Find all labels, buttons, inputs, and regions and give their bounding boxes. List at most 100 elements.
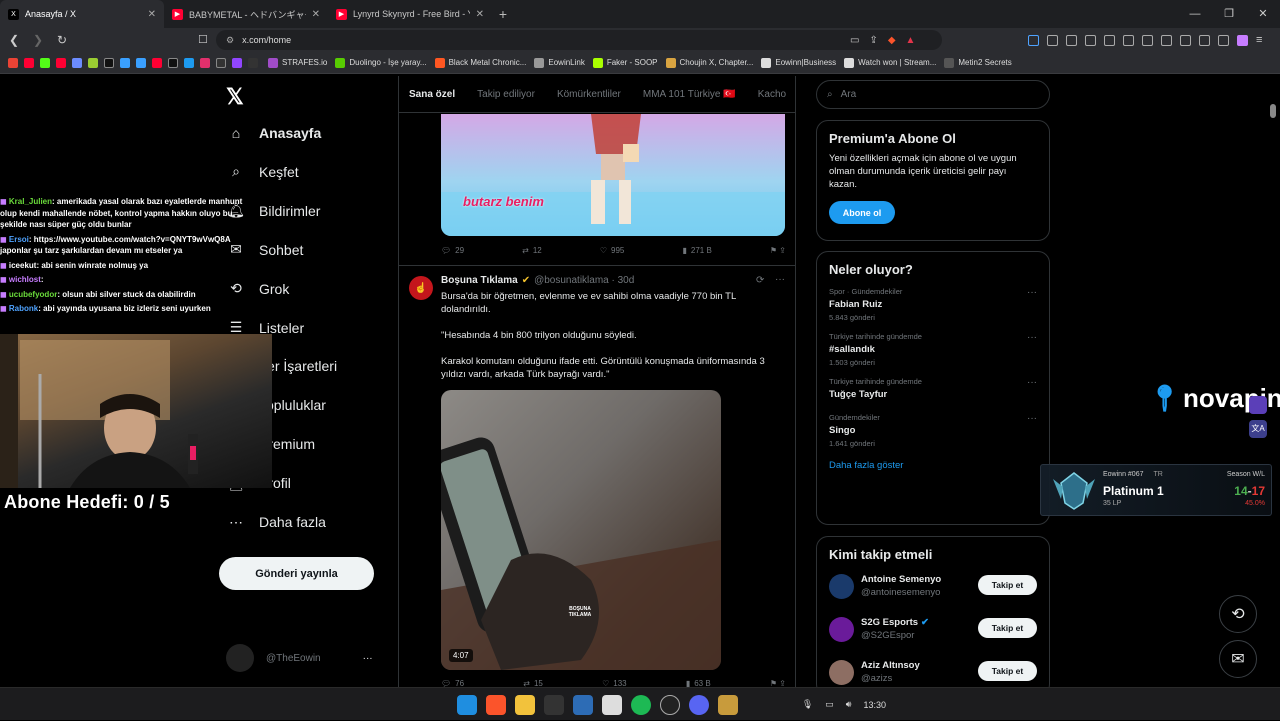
timeline-tab[interactable]: Sana özel xyxy=(409,89,455,100)
trend-item[interactable]: Türkiye tarihinde gündemde #sallandık 1.50… xyxy=(817,328,1049,373)
follow-button[interactable]: Takip et xyxy=(978,575,1037,595)
bookmark-item[interactable]: Faker - SOOP xyxy=(592,57,658,68)
grok-fab[interactable]: ⟲ xyxy=(1219,595,1257,633)
share-icon[interactable]: ⇪ xyxy=(869,35,877,46)
timeline-tab[interactable]: Kacho xyxy=(758,89,786,100)
bookmark-item[interactable]: Duolingo - İşe yaray... xyxy=(335,57,427,68)
back-button[interactable]: ❮ xyxy=(4,33,24,47)
trend-item[interactable]: Gündemdekiler Singo 1.641 gönderi ··· xyxy=(817,409,1049,454)
leo-icon[interactable] xyxy=(1199,34,1210,46)
x-logo-icon[interactable]: 𝕏 xyxy=(226,84,244,110)
instagram-icon[interactable] xyxy=(200,57,210,68)
extension-icon[interactable] xyxy=(1066,34,1077,46)
site-info-icon[interactable]: ⚙ xyxy=(226,35,234,46)
league-icon[interactable] xyxy=(718,695,738,715)
display-icon[interactable]: ▭ xyxy=(825,699,834,710)
puzzle-icon[interactable] xyxy=(1104,34,1115,46)
tweet-video[interactable]: BOŞUNA TIKLAMA 4:07 xyxy=(441,390,721,670)
suggestion-name[interactable]: Antoine Semenyo xyxy=(861,574,941,585)
follow-suggestion[interactable]: Antoine Semenyo @antoinesemenyo Takip et xyxy=(817,568,1049,611)
browser-tab[interactable]: ▶ Lynyrd Skynyrd - Free Bird - YouT ✕ xyxy=(328,0,492,28)
search-box[interactable]: ⌕ Ara xyxy=(816,80,1050,109)
avatar[interactable]: ☝ xyxy=(409,276,433,300)
trend-item[interactable]: Spor · Gündemdekiler Fabian Ruiz 5.843 gön… xyxy=(817,283,1049,328)
file-explorer-icon[interactable] xyxy=(515,695,535,715)
scrollbar[interactable] xyxy=(1270,104,1276,118)
views-button[interactable]: ▮ 271 B xyxy=(682,246,711,255)
menu-icon[interactable]: ≡ xyxy=(1256,34,1262,46)
extension-icon[interactable] xyxy=(1047,34,1058,46)
close-window-button[interactable]: ✕ xyxy=(1246,0,1280,28)
account-switcher[interactable]: @TheEowin ··· xyxy=(226,644,373,672)
trend-item[interactable]: Türkiye tarihinde gündemde Tuğçe Tayfur ··… xyxy=(817,373,1049,409)
more-icon[interactable]: ··· xyxy=(363,653,373,664)
suggestion-name[interactable]: Aziz Altınsoy xyxy=(861,660,920,671)
messages-fab[interactable]: ✉ xyxy=(1219,640,1257,678)
avatar[interactable] xyxy=(829,660,854,685)
more-icon[interactable]: ··· xyxy=(1027,287,1037,298)
cast-icon[interactable]: ▭ xyxy=(850,35,859,46)
timeline-tab[interactable]: MMA 101 Türkiye 🇹🇷 xyxy=(643,89,736,100)
twitch-icon[interactable] xyxy=(232,57,242,68)
vpn-icon[interactable] xyxy=(1218,34,1229,46)
mic-icon[interactable]: 🎙︎ xyxy=(802,699,813,710)
kick-icon[interactable] xyxy=(40,57,50,68)
follow-button[interactable]: Takip et xyxy=(978,661,1037,681)
profile-icon[interactable] xyxy=(1237,34,1248,46)
sidebar-icon[interactable] xyxy=(1161,34,1172,46)
music-icon[interactable] xyxy=(1142,34,1153,46)
close-tab-icon[interactable]: ✕ xyxy=(148,9,156,20)
brave-icon[interactable] xyxy=(486,695,506,715)
photos-icon[interactable] xyxy=(573,695,593,715)
more-icon[interactable]: ··· xyxy=(1027,377,1037,388)
bookmark-item[interactable]: Eowinn|Business xyxy=(761,57,836,68)
bookmark-item[interactable]: Metin2 Secrets xyxy=(944,57,1012,68)
bookmark-icon[interactable] xyxy=(184,57,194,68)
bookmark-page-icon[interactable]: ☐ xyxy=(198,33,208,46)
nav-item-search[interactable]: ⌕ Keşfet xyxy=(227,163,299,181)
follow-button[interactable]: Takip et xyxy=(978,618,1037,638)
spotify-icon[interactable] xyxy=(631,695,651,715)
more-icon[interactable]: ··· xyxy=(1027,413,1037,424)
new-tab-button[interactable]: + xyxy=(492,6,514,22)
extension-icon[interactable] xyxy=(1085,34,1096,46)
wallet-icon[interactable] xyxy=(1180,34,1191,46)
bookmark-item[interactable]: EowinLink xyxy=(534,57,585,68)
discord-icon[interactable] xyxy=(689,695,709,715)
timeline-tab[interactable]: Kömürkentliler xyxy=(557,89,621,100)
bookmark-icon[interactable] xyxy=(120,57,130,68)
close-tab-icon[interactable]: ✕ xyxy=(312,9,320,20)
bookmark-item[interactable]: Black Metal Chronic... xyxy=(434,57,526,68)
reload-button[interactable]: ↻ xyxy=(52,33,72,47)
extension-icon[interactable] xyxy=(1123,34,1134,46)
brave-rewards-icon[interactable]: ▲ xyxy=(906,35,916,46)
grok-icon[interactable]: ⟳ xyxy=(756,275,764,286)
subscribe-button[interactable]: Abone ol xyxy=(829,201,895,224)
browser-tab[interactable]: ▶ BABYMETAL - ヘドバンギャー！！ 15th ✕ xyxy=(164,0,328,28)
more-icon[interactable]: ··· xyxy=(1027,332,1037,343)
timeline-tab[interactable]: Takip ediliyor xyxy=(477,89,535,100)
extension-icon[interactable] xyxy=(1028,34,1039,46)
repost-button[interactable]: ⇄ 12 xyxy=(522,246,542,255)
bookmark-icon[interactable] xyxy=(88,57,98,68)
start-icon[interactable] xyxy=(457,695,477,715)
show-more-link[interactable]: Daha fazla göster xyxy=(817,454,1049,483)
bookmark-item[interactable]: Choujin X, Chapter... xyxy=(665,57,753,68)
app-icon[interactable] xyxy=(544,695,564,715)
volume-icon[interactable]: 🔊︎ xyxy=(846,699,852,710)
x-icon[interactable] xyxy=(168,57,178,68)
bookmark-item[interactable]: Watch won | Stream... xyxy=(844,57,936,68)
extension-icon[interactable] xyxy=(1249,396,1267,414)
more-icon[interactable]: ··· xyxy=(775,274,785,285)
forward-button[interactable]: ❯ xyxy=(28,33,48,47)
translate-icon[interactable]: 文A xyxy=(1249,420,1267,438)
tweet[interactable]: ☝ Boşuna Tıklama ✔ @bosunatiklama · 30d … xyxy=(399,265,795,688)
clock[interactable]: 13:30 xyxy=(863,700,886,710)
brave-shield-icon[interactable]: ◆ xyxy=(888,35,896,46)
like-button[interactable]: ♡ 995 xyxy=(600,246,625,255)
app-icon[interactable] xyxy=(602,695,622,715)
tweet-media-image[interactable]: butarz benim xyxy=(441,114,785,236)
tiktok-icon[interactable] xyxy=(104,57,114,68)
bookmark-tweet-button[interactable]: ⚑ ⇪ xyxy=(770,246,786,255)
bookmark-item[interactable]: STRAFES.io xyxy=(268,57,327,68)
